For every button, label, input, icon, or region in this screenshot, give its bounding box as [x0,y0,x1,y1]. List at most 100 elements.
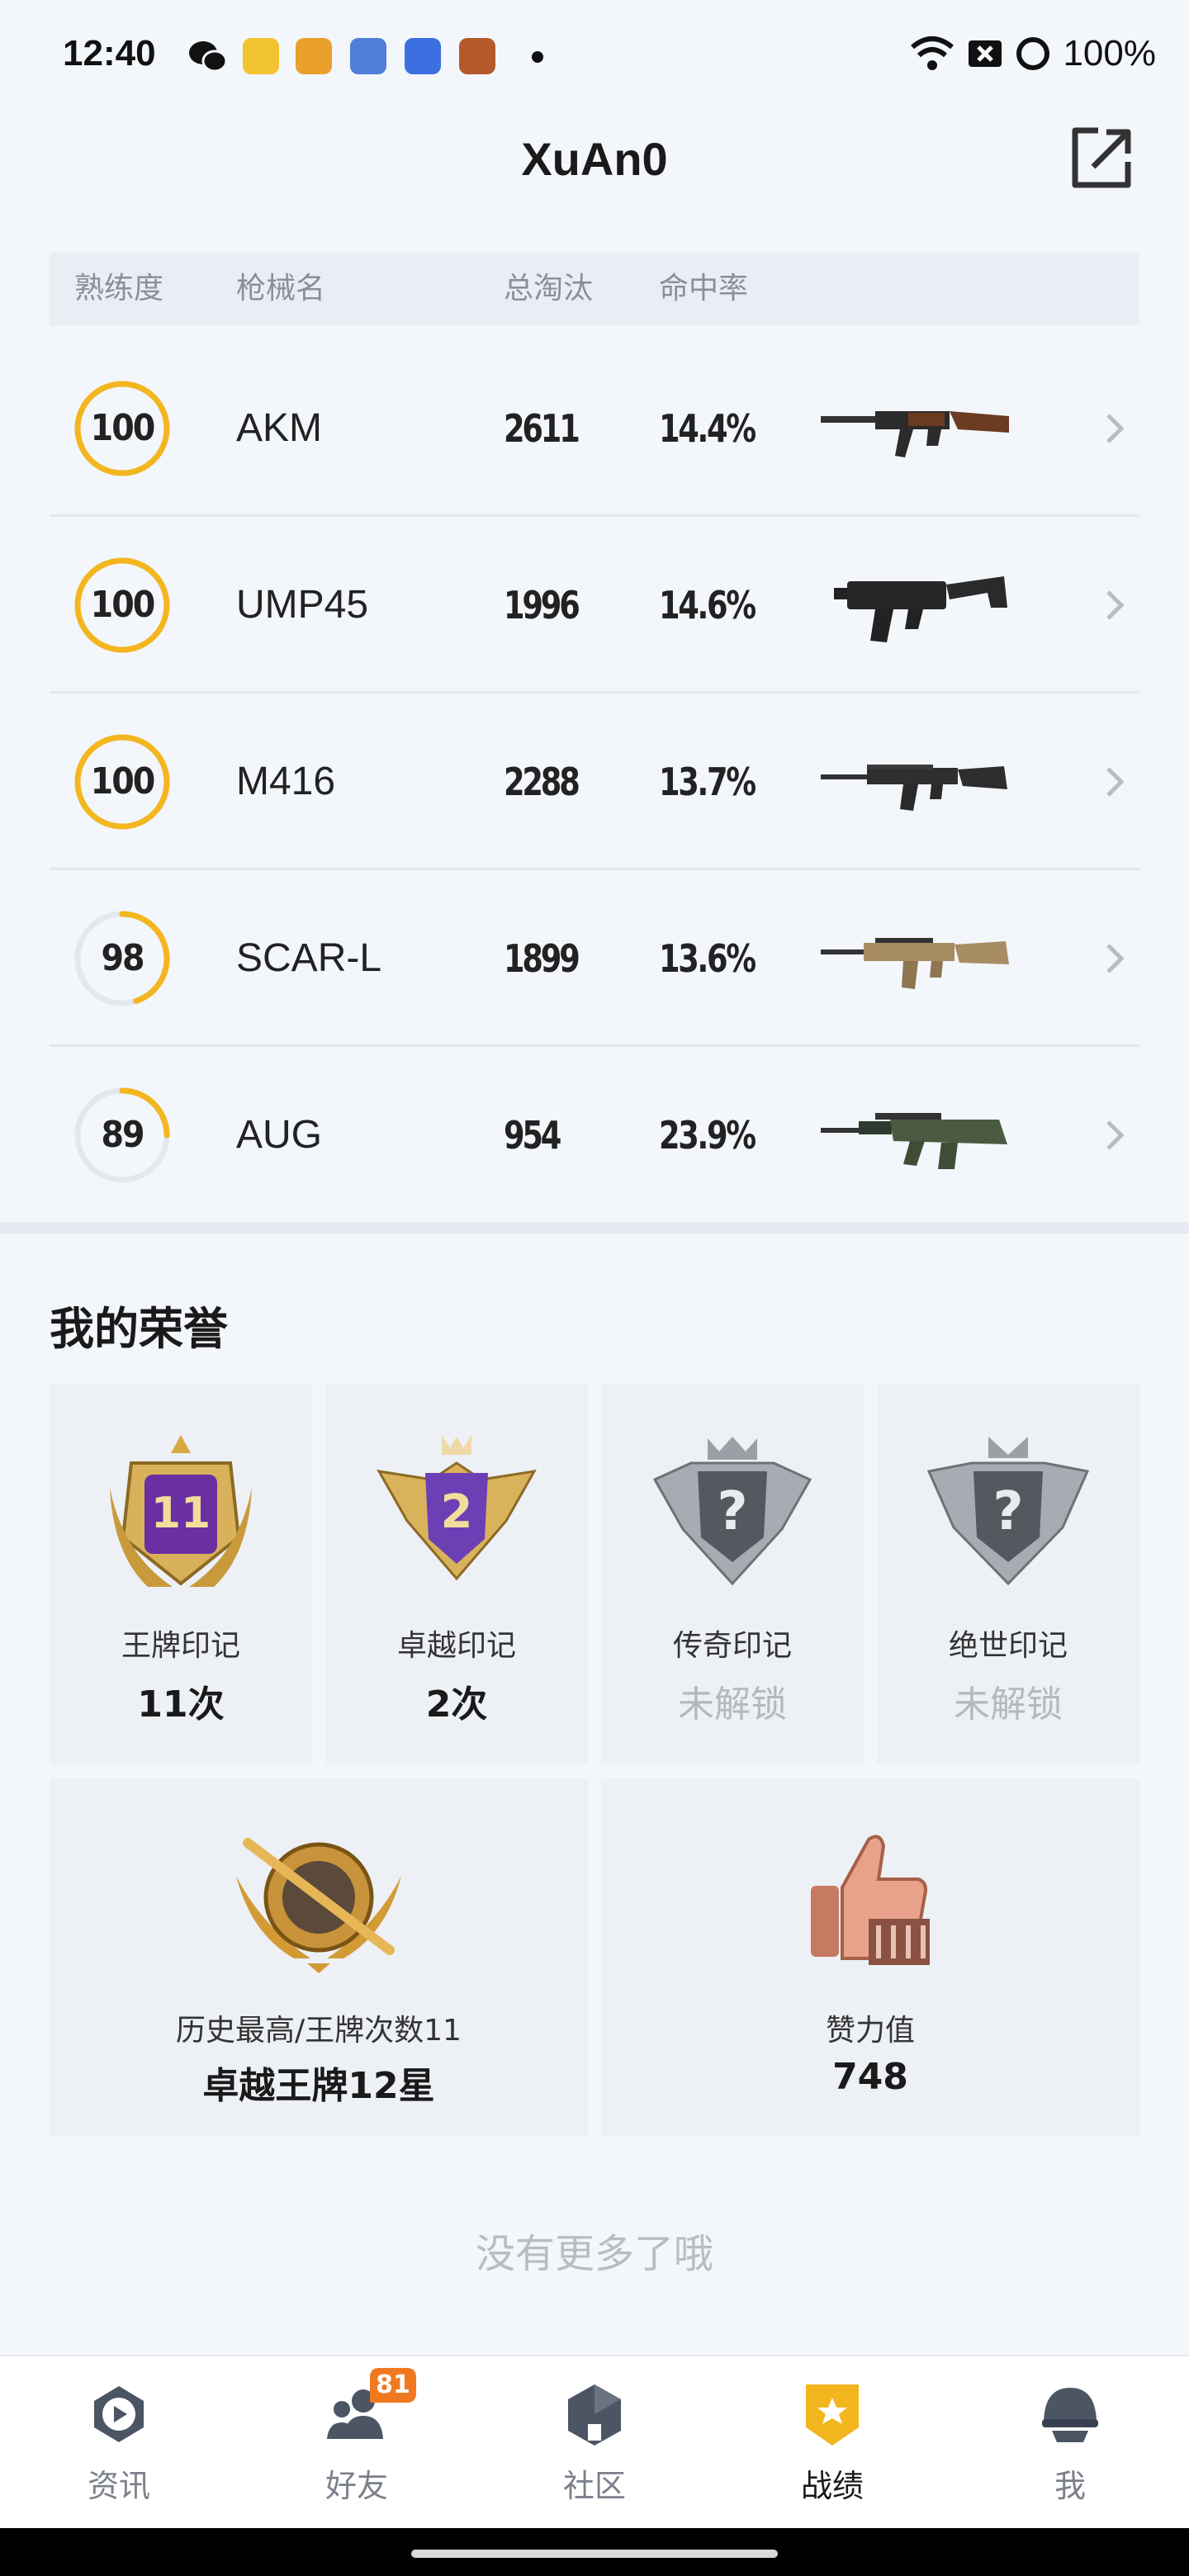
profile-helmet-icon [1042,2388,1098,2442]
highest-rank-badge-icon [236,1838,401,1973]
col-hit-rate: 命中率 [659,272,749,305]
mastery-value: 98 [101,937,144,979]
honor-value: 未解锁 [678,1683,787,1726]
chevron-right-icon [1106,414,1125,443]
notification-dot [532,51,543,63]
honor-card-legend[interactable]: ? 传奇印记 未解锁 [601,1384,864,1765]
weapon-name: UMP45 [236,583,369,627]
no-more-text: 没有更多了哦 [475,2231,713,2277]
mastery-value: 100 [90,407,156,449]
weapon-hit-rate: 13.7% [659,760,756,804]
tab-community[interactable]: 社区 [476,2356,713,2530]
honor-value: 11次 [137,1683,225,1726]
weapon-hit-rate: 14.6% [659,583,756,627]
honor-value: 未解锁 [954,1683,1063,1726]
tab-news[interactable]: 资讯 [0,2356,238,2530]
weapon-row-aug[interactable]: 89 AUG 954 23.9% [50,1047,1139,1224]
weapon-hit-rate: 23.9% [659,1113,756,1158]
weapon-name: M416 [236,760,336,803]
aug-rifle-icon [821,1113,1007,1169]
page-title: XuAn0 [521,133,668,185]
badge-number: 11 [151,1489,211,1538]
tab-label: 战绩 [800,2468,864,2504]
community-icon [568,2384,621,2446]
chevron-right-icon [1106,1120,1125,1150]
likes-value: 748 [832,2056,908,2098]
chevron-right-icon [1106,590,1125,620]
honor-card-likes[interactable]: 赞力值 748 [601,1778,1139,2137]
likes-label: 赞力值 [825,2014,915,2048]
tab-label: 资讯 [87,2468,150,2504]
wifi-icon [911,36,955,70]
peerless-mark-locked-badge-icon: ? [926,1437,1090,1586]
signal-off-icon [969,40,1002,67]
honor-label: 卓越印记 [396,1629,516,1663]
honor-label: 传奇印记 [672,1629,792,1663]
tab-label: 社区 [562,2468,626,2504]
tab-friends[interactable]: 好友 [238,2356,476,2530]
thumbs-up-icon [811,1835,930,1965]
m416-rifle-icon [821,765,1007,811]
weapon-kills: 2611 [504,406,580,451]
home-indicator[interactable] [411,2550,778,2558]
badge-question: ? [717,1481,747,1542]
honor-label: 王牌印记 [121,1629,240,1663]
weapons-table-header: 熟练度 枪械名 总淘汰 命中率 [50,253,1139,325]
tab-me[interactable]: 我 [951,2356,1189,2530]
weapon-name: SCAR-L [236,936,382,980]
mastery-value: 100 [90,584,156,626]
weapon-name: AUG [236,1113,323,1157]
honor-card-ace[interactable]: 11 王牌印记 11次 [50,1384,312,1765]
honor-value: 2次 [425,1683,488,1726]
weapon-kills: 1996 [504,583,580,627]
honor-label: 绝世印记 [948,1629,1068,1663]
weapon-row-akm[interactable]: 100 AKM 2611 14.4% [50,340,1139,517]
status-time: 12:40 [63,33,156,73]
app-icon [459,38,495,74]
honors-title: 我的荣誉 [50,1303,228,1355]
scar-l-rifle-icon [821,938,1009,989]
battery-ring-icon [1016,37,1050,70]
honor-card-excellence[interactable]: 2 卓越印记 2次 [325,1384,588,1765]
highest-value: 卓越王牌12星 [202,2065,435,2107]
col-mastery: 熟练度 [74,272,164,305]
tab-label: 好友 [324,2468,388,2504]
weapon-row-m416[interactable]: 100 M416 2288 13.7% [50,694,1139,870]
honor-card-peerless[interactable]: ? 绝世印记 未解锁 [877,1384,1139,1765]
col-kills: 总淘汰 [504,272,594,305]
tab-records[interactable]: 战绩 [713,2356,951,2530]
honor-card-highest[interactable]: 历史最高/王牌次数11 卓越王牌12星 [50,1778,588,2137]
battery-percent: 100% [1063,33,1156,73]
excellence-mark-badge-icon: 2 [377,1435,537,1581]
weapon-hit-rate: 13.6% [659,936,756,981]
app-icon [405,38,441,74]
akm-rifle-icon [821,411,1009,457]
status-bar: 12:40 100% [0,0,1189,107]
app-icon [243,38,279,74]
weapon-row-ump45[interactable]: 100 UMP45 1996 14.6% [50,517,1139,694]
badge-question: ? [992,1481,1023,1542]
bottom-tab-bar: 资讯 好友 社区 战绩 我 [0,2355,1189,2528]
share-external-icon[interactable] [1068,125,1135,192]
weapon-name: AKM [236,406,323,450]
weapon-row-scar-l[interactable]: 98 SCAR-L 1899 13.6% [50,870,1139,1047]
weapon-kills: 954 [504,1113,561,1158]
friends-count-badge: 81 [370,2368,416,2403]
app-icon [350,38,386,74]
chevron-right-icon [1106,767,1125,797]
ump45-smg-icon [834,576,1007,642]
weapon-kills: 1899 [504,936,580,981]
news-play-icon [94,2386,144,2442]
mastery-value: 100 [90,760,156,803]
legend-mark-locked-badge-icon: ? [652,1437,812,1586]
section-divider [0,1222,1189,1234]
weapon-hit-rate: 14.4% [659,406,756,451]
col-weapon-name: 枪械名 [236,272,326,305]
record-shield-icon [806,2384,859,2446]
badge-number: 2 [441,1485,473,1539]
chevron-right-icon [1106,944,1125,973]
highest-label: 历史最高/王牌次数11 [176,2014,462,2048]
ace-mark-badge-icon: 11 [110,1435,252,1587]
mastery-value: 89 [101,1114,144,1156]
tab-label: 我 [1054,2468,1086,2504]
